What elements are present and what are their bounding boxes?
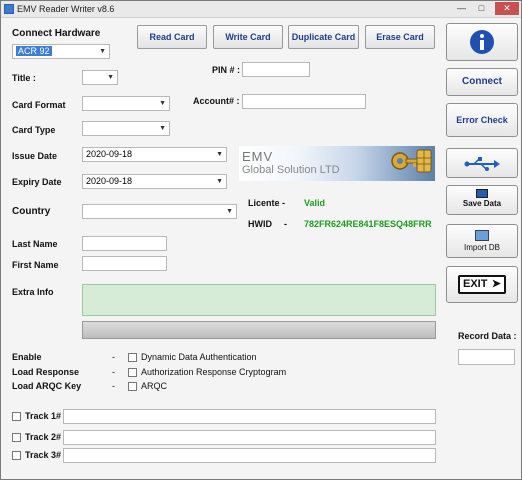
country-label: Country [12, 206, 51, 217]
extra-info-textarea[interactable] [82, 284, 436, 316]
close-icon[interactable]: ✕ [495, 2, 519, 15]
save-data-button[interactable]: Save Data [446, 185, 518, 215]
chevron-down-icon: ▼ [159, 125, 166, 132]
floppy-icon [476, 189, 488, 198]
key-chip-icon [391, 149, 432, 173]
company-banner: EMV Global Solution LTD [239, 146, 435, 181]
dda-label: Dynamic Data Authentication [141, 352, 257, 362]
track3-label: Track 3# [25, 450, 62, 460]
banner-emv-text: EMV [242, 149, 274, 164]
chevron-down-icon: ▼ [159, 100, 166, 107]
dda-checkbox[interactable] [128, 353, 137, 362]
hwid-value: 782FR624RE841F8ESQ48FRR [304, 219, 432, 229]
title-bar: EMV Reader Writer v8.6 — □ ✕ [1, 1, 521, 18]
banner-company-text: Global Solution LTD [242, 164, 340, 176]
chevron-down-icon: ▼ [216, 178, 223, 185]
load-arqc-dash: - [112, 381, 115, 391]
connect-button[interactable]: Connect [446, 68, 518, 96]
track1-label: Track 1# [25, 411, 62, 421]
card-type-label: Card Type [12, 125, 56, 135]
licente-label: Licente - [248, 198, 286, 208]
enable-label: Enable [12, 352, 42, 362]
hwid-label: HWID [248, 219, 272, 229]
track3-checkbox[interactable] [12, 451, 21, 460]
progress-bar [82, 321, 436, 339]
window-title: EMV Reader Writer v8.6 [17, 4, 115, 14]
last-name-input[interactable] [82, 236, 167, 251]
account-label: Account# : [193, 96, 240, 106]
issue-date-picker[interactable]: 2020-09-18 ▼ [82, 147, 227, 162]
first-name-label: First Name [12, 260, 59, 270]
pin-label: PIN # : [212, 65, 241, 75]
chevron-down-icon: ▼ [99, 48, 106, 55]
load-response-label: Load Response [12, 367, 80, 377]
pin-input[interactable] [242, 62, 310, 77]
expiry-date-picker[interactable]: 2020-09-18 ▼ [82, 174, 227, 189]
track3-input[interactable] [63, 448, 436, 463]
arrow-right-icon: ➤ [491, 278, 501, 290]
duplicate-card-button[interactable]: Duplicate Card [288, 25, 359, 49]
extra-info-label: Extra Info [12, 287, 54, 297]
database-icon [475, 230, 489, 241]
exit-button[interactable]: EXIT ➤ [446, 266, 518, 303]
expiry-date-label: Expiry Date [12, 177, 62, 187]
arc-label: Authorization Response Cryptogram [141, 367, 287, 377]
enable-dash: - [112, 352, 115, 362]
app-icon [4, 4, 14, 14]
first-name-input[interactable] [82, 256, 167, 271]
card-format-label: Card Format [12, 100, 66, 110]
exit-icon: EXIT ➤ [458, 275, 506, 294]
erase-card-button[interactable]: Erase Card [365, 25, 435, 49]
usb-button[interactable] [446, 148, 518, 178]
last-name-label: Last Name [12, 239, 58, 249]
card-format-select[interactable]: ▼ [82, 96, 170, 111]
track2-input[interactable] [63, 430, 436, 445]
licente-status: Valid [304, 198, 326, 208]
write-card-button[interactable]: Write Card [213, 25, 283, 49]
arqc-checkbox[interactable] [128, 382, 137, 391]
track2-label: Track 2# [25, 432, 62, 442]
hardware-select[interactable]: ACR 92 ▼ [12, 44, 110, 59]
arqc-label: ARQC [141, 381, 168, 391]
usb-icon [464, 157, 500, 171]
country-select[interactable]: ▼ [82, 204, 237, 219]
issue-date-value: 2020-09-18 [86, 149, 133, 159]
load-arqc-key-label: Load ARQC Key [12, 381, 82, 391]
import-db-label: Import DB [463, 243, 500, 252]
read-card-button[interactable]: Read Card [137, 25, 207, 49]
import-db-button[interactable]: Import DB [446, 224, 518, 258]
load-response-dash: - [112, 367, 115, 377]
track1-checkbox[interactable] [12, 412, 21, 421]
info-icon [470, 30, 494, 54]
chevron-down-icon: ▼ [107, 74, 114, 81]
minimize-icon[interactable]: — [453, 2, 470, 15]
record-data-label: Record Data : [458, 331, 517, 341]
error-check-button[interactable]: Error Check [446, 103, 518, 137]
info-button[interactable] [446, 23, 518, 61]
connect-hardware-label: Connect Hardware [12, 28, 101, 39]
account-input[interactable] [242, 94, 366, 109]
track2-checkbox[interactable] [12, 433, 21, 442]
arc-checkbox[interactable] [128, 368, 137, 377]
chevron-down-icon: ▼ [226, 208, 233, 215]
hwid-dash: - [284, 219, 287, 229]
expiry-date-value: 2020-09-18 [86, 176, 133, 186]
record-data-input[interactable] [458, 349, 515, 365]
title-label: Title : [12, 73, 36, 83]
chevron-down-icon: ▼ [216, 151, 223, 158]
exit-label: EXIT [463, 278, 488, 290]
track1-input[interactable] [63, 409, 436, 424]
app-window: EMV Reader Writer v8.6 — □ ✕ Connect Har… [0, 0, 522, 480]
hardware-value: ACR 92 [16, 46, 52, 56]
issue-date-label: Issue Date [12, 151, 58, 161]
maximize-icon[interactable]: □ [473, 2, 490, 15]
card-type-select[interactable]: ▼ [82, 121, 170, 136]
title-select[interactable]: ▼ [82, 70, 118, 85]
save-data-label: Save Data [462, 199, 502, 208]
